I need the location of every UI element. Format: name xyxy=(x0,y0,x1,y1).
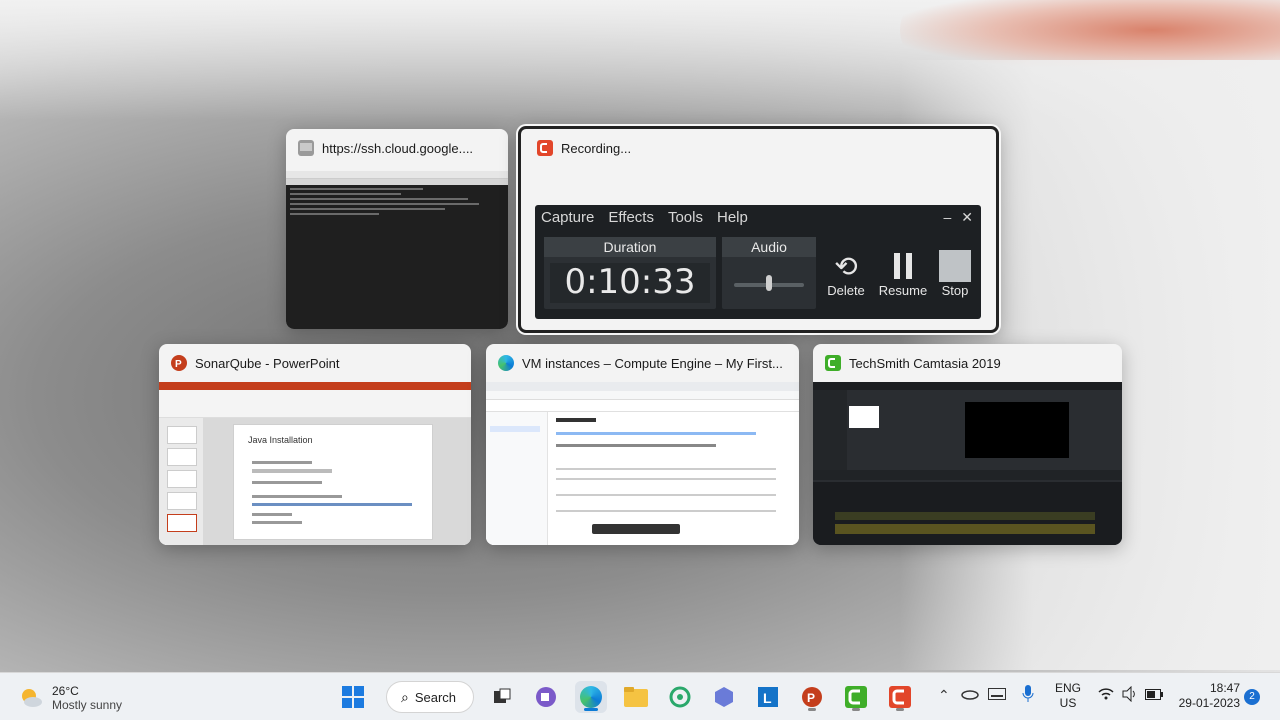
file-explorer-icon[interactable] xyxy=(620,681,652,713)
terminal-preview xyxy=(286,171,508,329)
wifi-icon[interactable] xyxy=(1098,687,1114,704)
battery-icon[interactable] xyxy=(1145,688,1163,706)
window-card-powerpoint[interactable]: P SonarQube - PowerPoint Java Installati… xyxy=(159,344,471,545)
audio-slider[interactable] xyxy=(766,275,772,291)
window-card-edge[interactable]: VM instances – Compute Engine – My First… xyxy=(486,344,799,545)
terminal-icon xyxy=(298,140,314,156)
menu-help[interactable]: Help xyxy=(717,209,748,226)
chevron-up-icon[interactable]: ⌃ xyxy=(938,687,950,704)
search-icon: ⌕ xyxy=(401,688,409,705)
browser-preview xyxy=(486,382,799,545)
window-title: VM instances – Compute Engine – My First… xyxy=(522,355,783,371)
window-card-camtasia[interactable]: TechSmith Camtasia 2019 xyxy=(813,344,1122,545)
delete-button[interactable]: ⟲ Delete xyxy=(818,249,874,299)
learn-icon[interactable]: L xyxy=(752,681,784,713)
powerpoint-taskbar-icon[interactable]: P xyxy=(796,681,828,713)
taskbar: 26°C Mostly sunny ⌕ Search L P ⌃ ENG US … xyxy=(0,672,1280,720)
task-view-icon[interactable] xyxy=(486,681,518,713)
volume-icon[interactable] xyxy=(1122,685,1138,707)
svg-text:P: P xyxy=(807,691,815,705)
minimize-icon[interactable]: – xyxy=(943,209,951,226)
onedrive-icon[interactable] xyxy=(960,686,980,705)
clock-time: 18:47 xyxy=(1209,681,1240,695)
menu-effects[interactable]: Effects xyxy=(608,209,654,226)
powerpoint-preview: Java Installation xyxy=(159,382,471,545)
pause-icon xyxy=(875,249,931,283)
window-title: https://ssh.cloud.google.... xyxy=(322,140,474,156)
window-card-recording[interactable]: Recording... Capture Effects Tools Help … xyxy=(518,126,999,333)
stop-icon xyxy=(927,249,983,283)
window-title: TechSmith Camtasia 2019 xyxy=(849,355,1001,371)
close-icon[interactable]: ✕ xyxy=(961,209,973,226)
edge-icon xyxy=(498,355,514,371)
weather-icon xyxy=(18,685,44,711)
duration-panel: Duration 0:10:33 xyxy=(544,237,716,309)
weather-desc: Mostly sunny xyxy=(52,698,123,712)
camtasia-taskbar-icon[interactable] xyxy=(840,681,872,713)
audio-label: Audio xyxy=(722,237,816,257)
resume-button[interactable]: Resume xyxy=(875,249,931,298)
window-card-ssh[interactable]: https://ssh.cloud.google.... xyxy=(286,129,508,329)
notification-badge[interactable]: 2 xyxy=(1244,689,1260,705)
search-button[interactable]: ⌕ Search xyxy=(386,681,474,713)
undo-icon: ⟲ xyxy=(834,250,858,282)
camtasia-recorder-taskbar-icon[interactable] xyxy=(884,681,916,713)
teams-icon[interactable] xyxy=(530,681,562,713)
copilot-icon[interactable] xyxy=(708,681,740,713)
menu-tools[interactable]: Tools xyxy=(668,209,703,226)
audio-panel: Audio xyxy=(722,237,816,309)
svg-text:P: P xyxy=(175,359,182,370)
edge-taskbar-icon[interactable] xyxy=(575,681,607,713)
powerpoint-icon: P xyxy=(171,355,187,371)
camtasia-icon xyxy=(825,355,841,371)
clock-date: 29-01-2023 xyxy=(1178,696,1240,710)
window-title: Recording... xyxy=(561,140,632,156)
menu-capture[interactable]: Capture xyxy=(541,209,594,226)
stop-button[interactable]: Stop xyxy=(927,249,983,298)
svg-text:L: L xyxy=(763,690,772,706)
windows-start-icon[interactable] xyxy=(337,681,369,713)
search-label: Search xyxy=(414,689,457,705)
camtasia-preview xyxy=(813,382,1122,545)
language-indicator[interactable]: ENG US xyxy=(1052,681,1084,711)
qlik-icon[interactable] xyxy=(664,681,696,713)
keyboard-icon[interactable] xyxy=(988,687,1006,705)
weather-widget[interactable]: 26°C Mostly sunny xyxy=(18,681,122,715)
duration-label: Duration xyxy=(544,237,716,257)
window-title: SonarQube - PowerPoint xyxy=(195,355,340,371)
weather-temp: 26°C xyxy=(52,684,79,698)
clock[interactable]: 18:47 29-01-2023 xyxy=(1172,681,1240,711)
duration-value: 0:10:33 xyxy=(550,263,710,303)
microphone-icon[interactable] xyxy=(1022,685,1034,708)
slide-title: Java Installation xyxy=(248,435,313,445)
camtasia-recorder-icon xyxy=(537,140,553,156)
recorder-panel: Capture Effects Tools Help – ✕ Duration … xyxy=(535,205,981,319)
